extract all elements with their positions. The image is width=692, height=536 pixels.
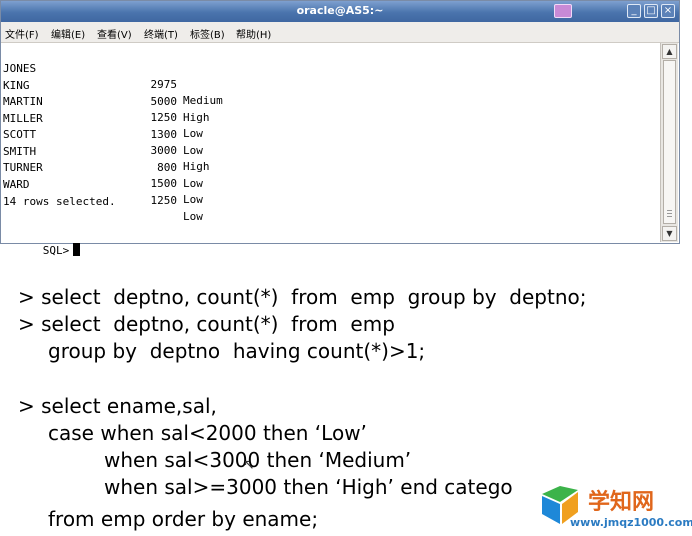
sal-cell: 1300 — [150, 127, 178, 141]
title-bar[interactable]: oracle@AS5:~ _ □ × — [1, 1, 679, 22]
menu-bar: 文件(F) 编辑(E) 查看(V) 终端(T) 标签(B) 帮助(H) — [1, 22, 679, 43]
result-row: MARTIN 1250 Low — [3, 78, 203, 140]
scroll-down-icon[interactable]: ▼ — [662, 226, 677, 241]
sql-line-6: when sal<3000 then ‘Medium’ — [104, 448, 412, 472]
window-title: oracle@AS5:~ — [296, 4, 384, 17]
minimize-icon[interactable]: _ — [627, 4, 641, 18]
terminal-output[interactable]: JONES 2975 Medium KING 5000 High MARTIN … — [3, 45, 658, 257]
menu-help[interactable]: 帮助(H) — [236, 26, 271, 41]
watermark-url: www.jmqz1000.com — [570, 516, 692, 529]
grip-line — [667, 213, 672, 214]
sql-line-1: > select deptno, count(*) from emp group… — [18, 285, 587, 309]
watermark-brand: 学知网 — [588, 490, 655, 515]
sql-line-5: case when sal<2000 then ‘Low’ — [48, 421, 367, 445]
sql-line-4: > select ename,sal, — [18, 394, 217, 418]
category-cell: Low — [183, 193, 203, 206]
sql-prompt-line[interactable]: SQL> — [3, 227, 81, 257]
sql-line-7: when sal>=3000 then ‘High’ end catego — [104, 475, 513, 499]
sal-cell: 5000 — [150, 94, 178, 108]
result-row: SMITH 800 Low — [3, 128, 203, 190]
workspace-pager-icon[interactable] — [554, 4, 572, 18]
close-icon[interactable]: × — [661, 4, 675, 18]
terminal-window: oracle@AS5:~ _ □ × 文件(F) 编辑(E) 查看(V) 终端(… — [0, 0, 680, 257]
watermark-logo: 学知网 www.jmqz1000.com — [536, 482, 692, 534]
menu-view[interactable]: 查看(V) — [97, 26, 132, 41]
result-row: SCOTT 3000 High — [3, 111, 210, 173]
mouse-pointer-icon: ↖ — [243, 457, 255, 473]
category-cell: Low — [183, 209, 203, 223]
sal-cell: 2975 — [150, 78, 178, 91]
result-row: TURNER 1500 Low — [3, 144, 203, 206]
menu-terminal[interactable]: 终端(T) — [144, 26, 178, 41]
grip-line — [667, 210, 672, 211]
sal-cell: 1250 — [150, 111, 178, 124]
scroll-up-icon[interactable]: ▲ — [662, 44, 677, 59]
menu-file[interactable]: 文件(F) — [5, 26, 39, 41]
result-row: MILLER 1300 Low — [3, 95, 203, 157]
result-row: KING 5000 High — [3, 62, 210, 124]
maximize-icon[interactable]: □ — [644, 4, 658, 18]
category-cell: High — [183, 110, 210, 124]
scroll-thumb[interactable] — [663, 60, 676, 224]
sal-cell: 3000 — [150, 144, 178, 157]
category-cell: High — [183, 160, 210, 173]
sal-cell: 1500 — [150, 177, 178, 190]
result-row: WARD 1250 Low — [3, 161, 203, 223]
sql-line-3: group by deptno having count(*)>1; — [48, 339, 426, 363]
category-cell: Medium — [183, 94, 223, 107]
category-cell: Low — [183, 143, 203, 157]
menu-tabs[interactable]: 标签(B) — [190, 26, 225, 41]
sal-cell: 800 — [157, 160, 177, 174]
sql-line-8: from emp order by ename; — [48, 507, 319, 531]
grip-line — [667, 216, 672, 217]
menu-edit[interactable]: 编辑(E) — [51, 26, 85, 41]
category-cell: Low — [183, 127, 203, 140]
category-cell: Low — [183, 176, 203, 190]
rows-selected-summary: 14 rows selected. — [3, 194, 116, 208]
vertical-scrollbar[interactable]: ▲ ▼ — [660, 43, 678, 242]
sql-line-2: > select deptno, count(*) from emp — [18, 312, 395, 336]
sal-cell: 1250 — [150, 193, 178, 207]
ename-cell: WARD — [3, 177, 30, 191]
result-row: JONES 2975 Medium — [3, 45, 223, 107]
